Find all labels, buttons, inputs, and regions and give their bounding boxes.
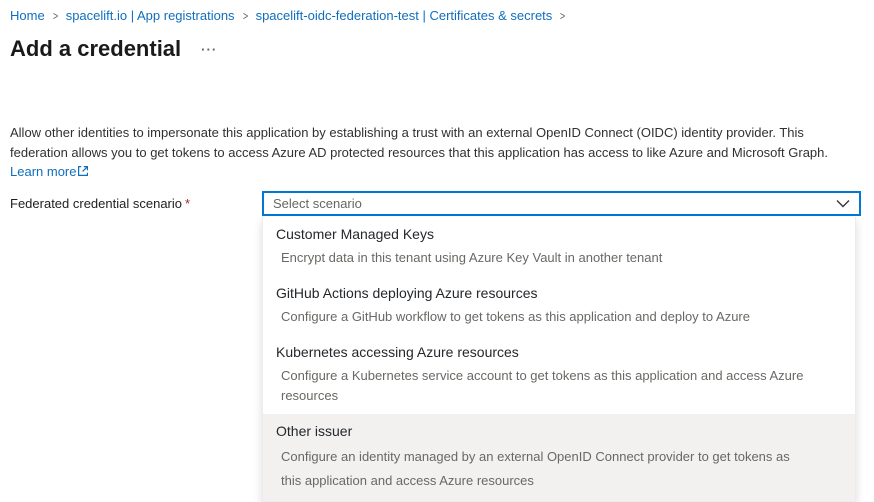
scenario-select-placeholder: Select scenario — [273, 196, 828, 211]
scenario-dropdown-panel: Customer Managed Keys Encrypt data in th… — [262, 217, 856, 502]
option-kubernetes[interactable]: Kubernetes accessing Azure resources Con… — [263, 335, 855, 414]
intro-paragraph: Allow other identities to impersonate th… — [10, 123, 832, 182]
federated-credential-scenario-label: Federated credential scenario* — [10, 196, 190, 211]
learn-more-link[interactable]: Learn more — [10, 164, 89, 179]
scenario-select[interactable]: Select scenario — [262, 191, 861, 216]
option-description: Configure a GitHub workflow to get token… — [281, 307, 842, 327]
title-row: Add a credential ··· — [10, 36, 221, 62]
option-customer-managed-keys[interactable]: Customer Managed Keys Encrypt data in th… — [263, 217, 855, 276]
learn-more-label: Learn more — [10, 164, 76, 179]
breadcrumb-link-app-registrations[interactable]: spacelift.io | App registrations — [66, 8, 235, 23]
breadcrumb-link-certificates-secrets[interactable]: spacelift-oidc-federation-test | Certifi… — [256, 8, 553, 23]
option-description: Encrypt data in this tenant using Azure … — [281, 248, 842, 268]
required-asterisk: * — [185, 196, 190, 211]
option-github-actions[interactable]: GitHub Actions deploying Azure resources… — [263, 276, 855, 335]
option-other-issuer[interactable]: Other issuer Configure an identity manag… — [263, 414, 855, 501]
field-label-text: Federated credential scenario — [10, 196, 182, 211]
option-title: Other issuer — [276, 422, 842, 441]
breadcrumb-separator-icon: > — [242, 9, 247, 23]
breadcrumb-separator-icon: > — [53, 9, 58, 23]
add-credential-page: Home > spacelift.io | App registrations … — [0, 0, 874, 479]
page-title: Add a credential — [10, 36, 181, 62]
option-title: GitHub Actions deploying Azure resources — [276, 284, 842, 303]
option-title: Customer Managed Keys — [276, 225, 842, 244]
breadcrumb: Home > spacelift.io | App registrations … — [10, 8, 566, 23]
option-title: Kubernetes accessing Azure resources — [276, 343, 842, 362]
more-menu-icon[interactable]: ··· — [197, 41, 221, 58]
option-description: Configure a Kubernetes service account t… — [281, 366, 842, 406]
external-link-icon — [77, 165, 89, 177]
breadcrumb-separator-icon: > — [560, 9, 565, 23]
intro-text: Allow other identities to impersonate th… — [10, 125, 828, 160]
chevron-down-icon — [836, 199, 850, 208]
option-description: Configure an identity managed by an exte… — [281, 445, 813, 493]
breadcrumb-link-home[interactable]: Home — [10, 8, 45, 23]
